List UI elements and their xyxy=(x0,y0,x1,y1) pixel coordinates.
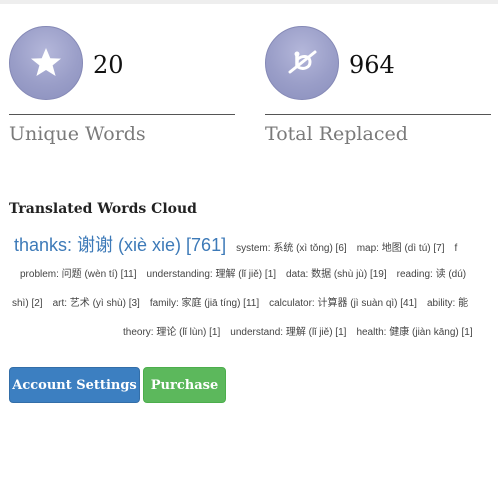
cloud-word: theory: 理论 (lǐ lùn) [1] xyxy=(123,327,221,338)
cloud-word: problem: 问题 (wèn tí) [11] xyxy=(20,269,137,280)
unique-words-value: 20 xyxy=(93,51,124,79)
total-replaced-value: 964 xyxy=(349,51,395,79)
cloud-word: understanding: 理解 (lǐ jiě) [1] xyxy=(146,269,277,280)
cloud-word: family: 家庭 (jiā tíng) [11] xyxy=(149,298,260,309)
cloud-word: ability: 能 xyxy=(426,298,469,309)
total-replaced-stat: 964 Total Replaced xyxy=(265,26,491,150)
divider xyxy=(265,114,491,115)
cloud-word: map: 地图 (dì tú) [7] xyxy=(356,243,445,254)
cloud-word: f xyxy=(454,243,458,254)
account-settings-button[interactable]: Account Settings xyxy=(9,367,140,403)
cloud-title: Translated Words Cloud xyxy=(9,201,197,217)
star-icon xyxy=(9,26,83,100)
cloud-word: data: 数据 (shù jù) [19] xyxy=(286,269,387,280)
top-bar xyxy=(0,0,498,4)
unique-words-label: Unique Words xyxy=(9,123,146,145)
word-cloud: thanks: 谢谢 (xiè xie) [761] system: 系统 (xì… xyxy=(0,225,498,345)
cloud-word-thanks: thanks: 谢谢 (xiè xie) [761] xyxy=(14,235,227,255)
total-replaced-label: Total Replaced xyxy=(265,123,408,145)
purchase-button[interactable]: Purchase xyxy=(143,367,226,403)
cloud-word: health: 健康 (jiàn kāng) [1] xyxy=(356,327,473,338)
divider xyxy=(9,114,235,115)
cloud-word: art: 艺术 (yì shù) [3] xyxy=(52,298,140,309)
translate-icon xyxy=(265,26,339,100)
cloud-line: thanks: 谢谢 (xiè xie) [761] system: 系统 (xì… xyxy=(14,233,467,261)
unique-words-stat: 20 Unique Words xyxy=(9,26,235,150)
cloud-word: system: 系统 (xì tǒng) [6] xyxy=(236,243,347,254)
cloud-word: shì) [2] xyxy=(12,298,43,309)
cloud-word: calculator: 计算器 (jì suàn qì) [41] xyxy=(269,298,417,309)
cloud-line: theory: 理论 (lǐ lùn) [1] understand: 理解 (l… xyxy=(123,325,483,341)
cloud-line: problem: 问题 (wèn tí) [11] understanding: … xyxy=(20,267,476,283)
cloud-word: understand: 理解 (lǐ jiě) [1] xyxy=(230,327,347,338)
cloud-word: reading: 读 (dú) xyxy=(396,269,467,280)
cloud-line: shì) [2] art: 艺术 (yì shù) [3] family: 家庭 (… xyxy=(12,296,478,312)
